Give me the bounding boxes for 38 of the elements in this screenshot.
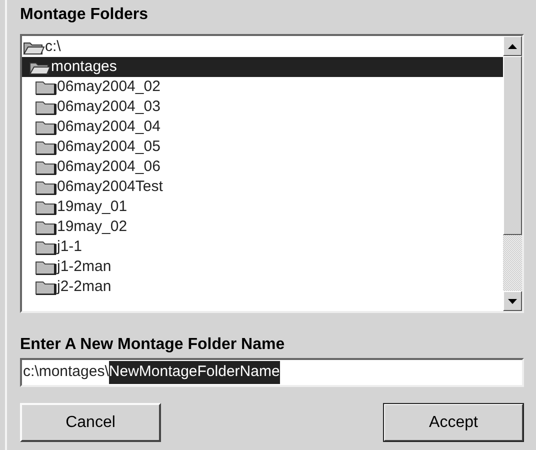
up-arrow-icon	[508, 44, 517, 48]
folder-icon	[35, 120, 57, 134]
open-folder-icon	[23, 40, 45, 54]
folder-icon	[35, 180, 57, 194]
folder-icon	[35, 100, 57, 114]
folder-icon	[35, 200, 57, 214]
field-label: Enter A New Montage Folder Name	[20, 335, 285, 355]
folder-name-field[interactable]: c:\montages\NewMontageFolderName	[20, 358, 524, 387]
folder-icon	[35, 220, 57, 234]
folder-item[interactable]: j1-2man	[22, 257, 503, 277]
folder-item[interactable]: 19may_02	[22, 217, 503, 237]
scroll-up-button[interactable]	[503, 36, 522, 56]
folder-item[interactable]: 06may2004Test	[22, 177, 503, 197]
folder-item[interactable]: j2-2man	[22, 277, 503, 297]
folder-item[interactable]: 06may2004_05	[22, 137, 503, 157]
folder-item[interactable]: 06may2004_03	[22, 97, 503, 117]
folder-icon	[35, 80, 57, 94]
dialog-button[interactable]: Accept	[383, 403, 524, 442]
folder-item[interactable]: 06may2004_06	[22, 157, 503, 177]
open-folder-icon	[29, 60, 51, 74]
folder-list[interactable]: c:\ montages 06may2004_02 06may2004_03 06may2004_04 06may2004_05 06may2004_06 06may2004Test 19may_01 19may_02 j1-1 j1-2man j2-2man	[20, 34, 524, 313]
scrollbar[interactable]	[503, 36, 522, 311]
folder-icon	[35, 240, 57, 254]
folder-item[interactable]: j1-1	[22, 237, 503, 257]
dialog-button[interactable]: Cancel	[20, 403, 161, 442]
folder-item[interactable]: c:\	[22, 37, 503, 57]
folder-item[interactable]: 06may2004_04	[22, 117, 503, 137]
folder-icon	[35, 260, 57, 274]
folder-item[interactable]: montages	[22, 57, 503, 77]
panel-title: Montage Folders	[20, 5, 148, 25]
down-arrow-icon	[508, 298, 517, 304]
scroll-down-button[interactable]	[503, 291, 522, 311]
folder-icon	[35, 140, 57, 154]
folder-item[interactable]: 06may2004_02	[22, 77, 503, 97]
folder-item[interactable]: 19may_01	[22, 197, 503, 217]
folder-icon	[35, 160, 57, 174]
folder-icon	[35, 280, 57, 294]
scroll-thumb[interactable]	[503, 56, 522, 235]
